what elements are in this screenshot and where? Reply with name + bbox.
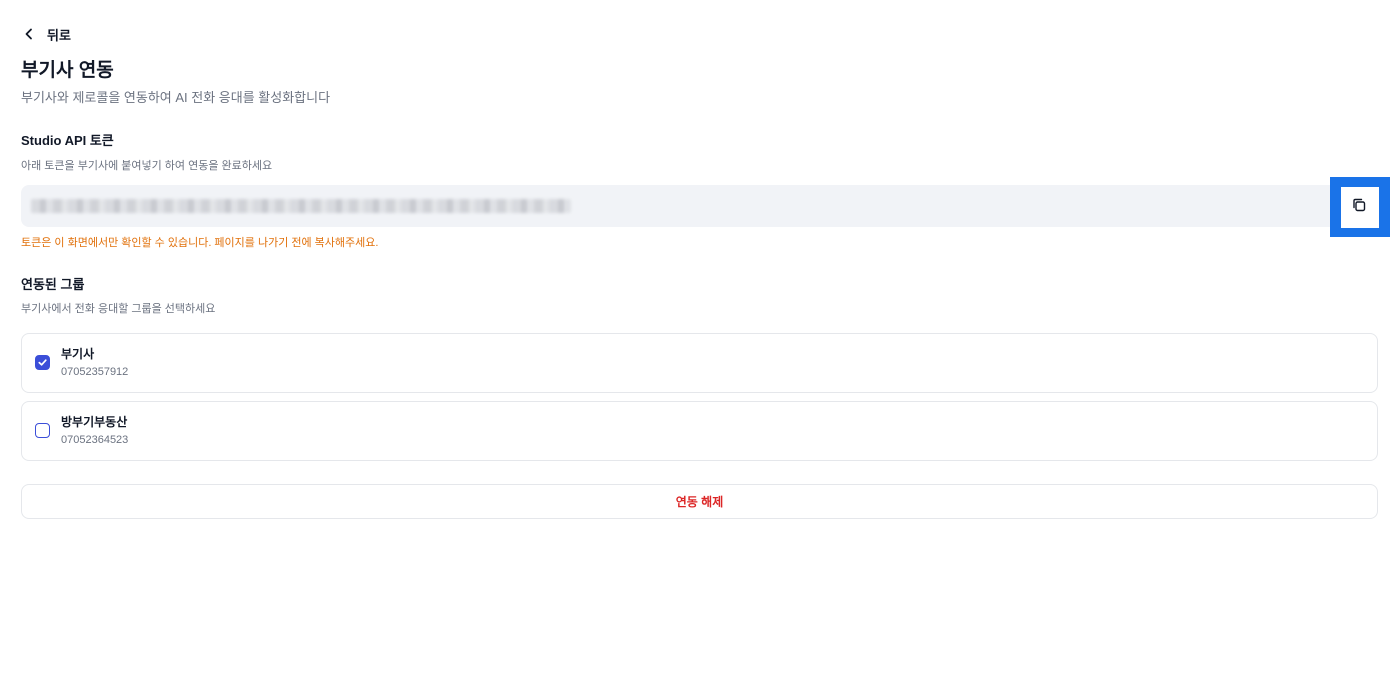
- token-section-description: 아래 토큰을 부기사에 붙여넣기 하여 연동을 완료하세요: [21, 160, 273, 172]
- token-warning: 토큰은 이 화면에서만 확인할 수 있습니다. 페이지를 나가기 전에 복사해주…: [21, 237, 379, 249]
- copy-icon: [1351, 197, 1367, 218]
- groups-section-title: 연동된 그룹: [21, 277, 85, 292]
- chevron-left-icon: [21, 26, 37, 42]
- group-checkbox-checked[interactable]: [35, 355, 50, 370]
- group-item[interactable]: 부기사 07052357912: [21, 333, 1378, 393]
- group-phone: 07052357912: [61, 366, 129, 378]
- page-subtitle: 부기사와 제로콜을 연동하여 AI 전화 응대를 활성화합니다: [21, 90, 331, 105]
- group-item[interactable]: 방부기부동산 07052364523: [21, 401, 1378, 461]
- group-checkbox-unchecked[interactable]: [35, 423, 50, 438]
- masked-token-value: [31, 199, 571, 213]
- back-button[interactable]: 뒤로: [21, 24, 71, 44]
- page: 뒤로 부기사 연동 부기사와 제로콜을 연동하여 AI 전화 응대를 활성화합니…: [0, 0, 1400, 700]
- unlink-button[interactable]: 연동 해제: [21, 484, 1378, 519]
- token-field[interactable]: [21, 185, 1378, 227]
- group-name: 방부기부동산: [61, 415, 128, 429]
- group-name: 부기사: [61, 347, 95, 361]
- groups-section-description: 부기사에서 전화 응대할 그룹을 선택하세요: [21, 303, 216, 315]
- page-title: 부기사 연동: [21, 60, 114, 81]
- copy-token-button[interactable]: [1344, 192, 1374, 222]
- back-label: 뒤로: [47, 27, 71, 43]
- check-icon: [38, 359, 47, 366]
- token-section-title: Studio API 토큰: [21, 133, 114, 148]
- focus-marker-bottom: [1330, 228, 1390, 237]
- group-phone: 07052364523: [61, 434, 129, 446]
